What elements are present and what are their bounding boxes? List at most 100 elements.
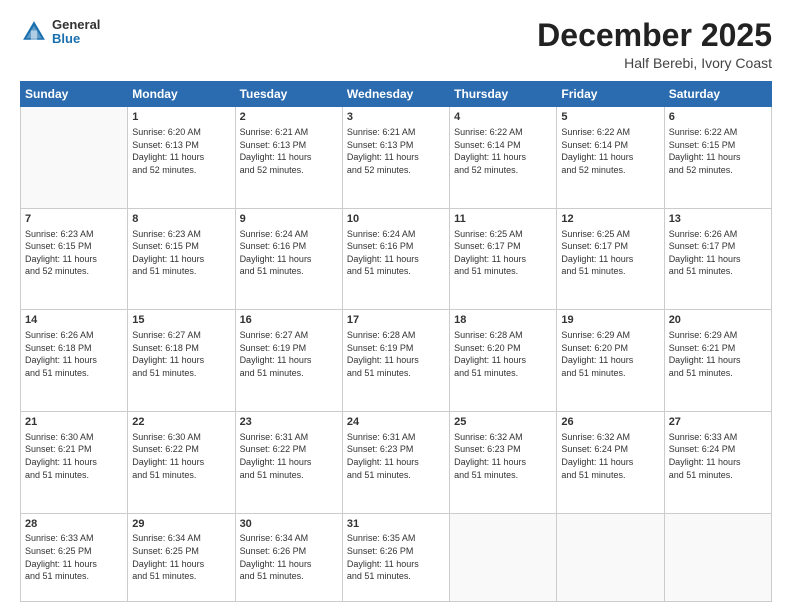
day-number: 31 [347,517,445,532]
calendar-week-5: 28Sunrise: 6:33 AM Sunset: 6:25 PM Dayli… [21,513,772,601]
day-info: Sunrise: 6:22 AM Sunset: 6:15 PM Dayligh… [669,126,767,176]
day-number: 9 [240,212,338,227]
day-info: Sunrise: 6:25 AM Sunset: 6:17 PM Dayligh… [561,228,659,278]
day-info: Sunrise: 6:22 AM Sunset: 6:14 PM Dayligh… [561,126,659,176]
calendar-cell: 13Sunrise: 6:26 AM Sunset: 6:17 PM Dayli… [664,208,771,310]
day-number: 16 [240,313,338,328]
day-info: Sunrise: 6:24 AM Sunset: 6:16 PM Dayligh… [347,228,445,278]
day-info: Sunrise: 6:27 AM Sunset: 6:18 PM Dayligh… [132,329,230,379]
day-info: Sunrise: 6:31 AM Sunset: 6:23 PM Dayligh… [347,431,445,481]
month-title: December 2025 [537,18,772,53]
calendar-cell: 10Sunrise: 6:24 AM Sunset: 6:16 PM Dayli… [342,208,449,310]
day-info: Sunrise: 6:25 AM Sunset: 6:17 PM Dayligh… [454,228,552,278]
day-number: 3 [347,110,445,125]
day-info: Sunrise: 6:34 AM Sunset: 6:25 PM Dayligh… [132,532,230,582]
calendar-cell: 1Sunrise: 6:20 AM Sunset: 6:13 PM Daylig… [128,107,235,209]
day-info: Sunrise: 6:32 AM Sunset: 6:24 PM Dayligh… [561,431,659,481]
calendar-cell: 6Sunrise: 6:22 AM Sunset: 6:15 PM Daylig… [664,107,771,209]
day-info: Sunrise: 6:21 AM Sunset: 6:13 PM Dayligh… [347,126,445,176]
day-info: Sunrise: 6:32 AM Sunset: 6:23 PM Dayligh… [454,431,552,481]
col-thursday: Thursday [450,82,557,107]
day-info: Sunrise: 6:26 AM Sunset: 6:17 PM Dayligh… [669,228,767,278]
calendar-cell: 19Sunrise: 6:29 AM Sunset: 6:20 PM Dayli… [557,310,664,412]
day-number: 30 [240,517,338,532]
calendar-cell: 2Sunrise: 6:21 AM Sunset: 6:13 PM Daylig… [235,107,342,209]
day-number: 7 [25,212,123,227]
day-info: Sunrise: 6:28 AM Sunset: 6:20 PM Dayligh… [454,329,552,379]
day-number: 25 [454,415,552,430]
calendar-cell: 5Sunrise: 6:22 AM Sunset: 6:14 PM Daylig… [557,107,664,209]
logo-blue-text: Blue [52,32,100,46]
col-saturday: Saturday [664,82,771,107]
calendar-cell: 9Sunrise: 6:24 AM Sunset: 6:16 PM Daylig… [235,208,342,310]
day-number: 8 [132,212,230,227]
calendar-cell: 26Sunrise: 6:32 AM Sunset: 6:24 PM Dayli… [557,412,664,514]
day-number: 21 [25,415,123,430]
calendar-cell: 31Sunrise: 6:35 AM Sunset: 6:26 PM Dayli… [342,513,449,601]
calendar-table: Sunday Monday Tuesday Wednesday Thursday… [20,81,772,602]
day-number: 12 [561,212,659,227]
day-info: Sunrise: 6:20 AM Sunset: 6:13 PM Dayligh… [132,126,230,176]
day-number: 27 [669,415,767,430]
day-info: Sunrise: 6:29 AM Sunset: 6:21 PM Dayligh… [669,329,767,379]
logo-icon [20,18,48,46]
calendar-cell: 14Sunrise: 6:26 AM Sunset: 6:18 PM Dayli… [21,310,128,412]
day-info: Sunrise: 6:29 AM Sunset: 6:20 PM Dayligh… [561,329,659,379]
calendar-cell: 20Sunrise: 6:29 AM Sunset: 6:21 PM Dayli… [664,310,771,412]
logo: General Blue [20,18,100,47]
calendar-cell: 21Sunrise: 6:30 AM Sunset: 6:21 PM Dayli… [21,412,128,514]
day-number: 6 [669,110,767,125]
calendar-cell [450,513,557,601]
calendar-cell [664,513,771,601]
calendar-cell [21,107,128,209]
day-info: Sunrise: 6:22 AM Sunset: 6:14 PM Dayligh… [454,126,552,176]
day-info: Sunrise: 6:33 AM Sunset: 6:24 PM Dayligh… [669,431,767,481]
calendar-cell: 3Sunrise: 6:21 AM Sunset: 6:13 PM Daylig… [342,107,449,209]
day-number: 15 [132,313,230,328]
calendar-cell: 29Sunrise: 6:34 AM Sunset: 6:25 PM Dayli… [128,513,235,601]
calendar-cell: 24Sunrise: 6:31 AM Sunset: 6:23 PM Dayli… [342,412,449,514]
logo-text: General Blue [52,18,100,47]
calendar-cell: 28Sunrise: 6:33 AM Sunset: 6:25 PM Dayli… [21,513,128,601]
calendar-week-4: 21Sunrise: 6:30 AM Sunset: 6:21 PM Dayli… [21,412,772,514]
day-info: Sunrise: 6:33 AM Sunset: 6:25 PM Dayligh… [25,532,123,582]
day-info: Sunrise: 6:30 AM Sunset: 6:21 PM Dayligh… [25,431,123,481]
day-info: Sunrise: 6:23 AM Sunset: 6:15 PM Dayligh… [25,228,123,278]
calendar-cell: 7Sunrise: 6:23 AM Sunset: 6:15 PM Daylig… [21,208,128,310]
col-tuesday: Tuesday [235,82,342,107]
day-number: 22 [132,415,230,430]
day-number: 4 [454,110,552,125]
day-number: 26 [561,415,659,430]
col-wednesday: Wednesday [342,82,449,107]
calendar-cell: 25Sunrise: 6:32 AM Sunset: 6:23 PM Dayli… [450,412,557,514]
logo-general-text: General [52,18,100,32]
calendar-cell: 4Sunrise: 6:22 AM Sunset: 6:14 PM Daylig… [450,107,557,209]
col-friday: Friday [557,82,664,107]
day-info: Sunrise: 6:35 AM Sunset: 6:26 PM Dayligh… [347,532,445,582]
calendar-week-2: 7Sunrise: 6:23 AM Sunset: 6:15 PM Daylig… [21,208,772,310]
calendar-week-3: 14Sunrise: 6:26 AM Sunset: 6:18 PM Dayli… [21,310,772,412]
day-number: 10 [347,212,445,227]
day-info: Sunrise: 6:21 AM Sunset: 6:13 PM Dayligh… [240,126,338,176]
header-row: Sunday Monday Tuesday Wednesday Thursday… [21,82,772,107]
day-number: 24 [347,415,445,430]
calendar-cell [557,513,664,601]
calendar-cell: 15Sunrise: 6:27 AM Sunset: 6:18 PM Dayli… [128,310,235,412]
calendar-cell: 12Sunrise: 6:25 AM Sunset: 6:17 PM Dayli… [557,208,664,310]
calendar-cell: 17Sunrise: 6:28 AM Sunset: 6:19 PM Dayli… [342,310,449,412]
day-number: 2 [240,110,338,125]
page: General Blue December 2025 Half Berebi, … [0,0,792,612]
header: General Blue December 2025 Half Berebi, … [20,18,772,71]
day-number: 11 [454,212,552,227]
calendar-cell: 16Sunrise: 6:27 AM Sunset: 6:19 PM Dayli… [235,310,342,412]
day-info: Sunrise: 6:24 AM Sunset: 6:16 PM Dayligh… [240,228,338,278]
day-number: 1 [132,110,230,125]
day-info: Sunrise: 6:23 AM Sunset: 6:15 PM Dayligh… [132,228,230,278]
calendar-cell: 27Sunrise: 6:33 AM Sunset: 6:24 PM Dayli… [664,412,771,514]
day-number: 29 [132,517,230,532]
calendar-header: Sunday Monday Tuesday Wednesday Thursday… [21,82,772,107]
day-info: Sunrise: 6:27 AM Sunset: 6:19 PM Dayligh… [240,329,338,379]
day-number: 17 [347,313,445,328]
col-sunday: Sunday [21,82,128,107]
day-number: 18 [454,313,552,328]
